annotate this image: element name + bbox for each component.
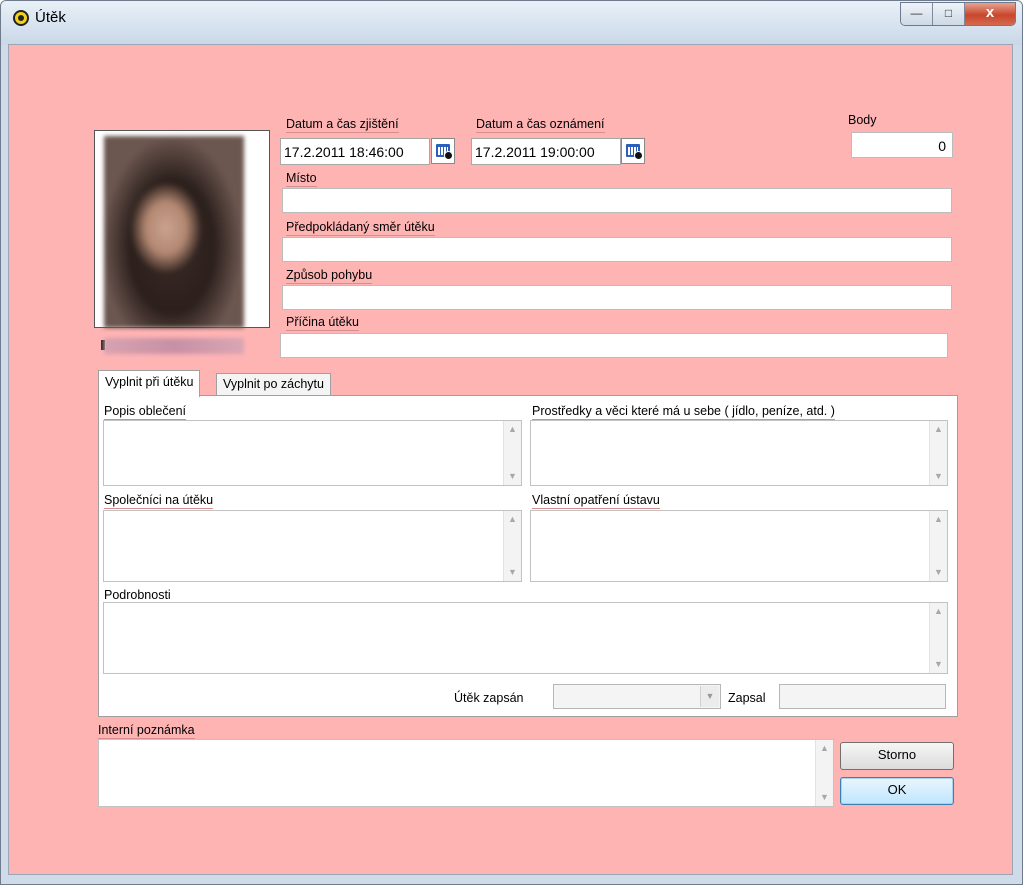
scroll-up-icon[interactable]: ▲ xyxy=(930,421,947,438)
body-field[interactable]: 0 xyxy=(851,132,953,158)
pricina-field[interactable] xyxy=(280,333,948,358)
scroll-up-icon[interactable]: ▲ xyxy=(504,421,521,438)
interni-poznamka-field[interactable]: ▲ ▼ xyxy=(98,739,834,807)
datum-oznameni-label: Datum a čas oznámení xyxy=(476,117,605,133)
scroll-down-icon[interactable]: ▼ xyxy=(930,468,947,485)
zapsal-label: Zapsal xyxy=(728,691,766,705)
storno-button[interactable]: Storno xyxy=(840,742,954,770)
datum-zjisteni-field[interactable]: 17.2.2011 18:46:00 xyxy=(280,138,430,165)
scrollbar[interactable]: ▲ ▼ xyxy=(929,421,947,485)
smer-utku-label: Předpokládaný směr útěku xyxy=(286,220,435,236)
zapsal-field xyxy=(779,684,946,709)
person-name-blurred xyxy=(104,338,244,354)
scroll-down-icon[interactable]: ▼ xyxy=(504,564,521,581)
scrollbar[interactable]: ▲ ▼ xyxy=(503,421,521,485)
prostredky-label: Prostředky a věci které má u sebe ( jídl… xyxy=(532,404,835,420)
vlastni-opatreni-label: Vlastní opatření ústavu xyxy=(532,493,660,509)
misto-label: Místo xyxy=(286,171,317,187)
scroll-up-icon[interactable]: ▲ xyxy=(816,740,833,757)
maximize-button[interactable]: □ xyxy=(933,3,965,25)
scroll-up-icon[interactable]: ▲ xyxy=(930,511,947,528)
person-photo xyxy=(104,136,244,328)
zpusob-pohybu-label: Způsob pohybu xyxy=(286,268,373,284)
scroll-down-icon[interactable]: ▼ xyxy=(816,789,833,806)
vlastni-opatreni-field[interactable]: ▲ ▼ xyxy=(530,510,948,582)
scrollbar[interactable]: ▲ ▼ xyxy=(929,603,947,673)
minimize-button[interactable]: — xyxy=(901,3,933,25)
interni-poznamka-label: Interní poznámka xyxy=(98,723,195,739)
calendar-icon xyxy=(626,144,643,160)
scrollbar[interactable]: ▲ ▼ xyxy=(815,740,833,806)
tab-vyplnit-pri-utku[interactable]: Vyplnit při útěku xyxy=(98,370,201,397)
popis-obleceni-label: Popis oblečení xyxy=(104,404,187,420)
window-controls: — □ x xyxy=(900,2,1016,26)
body-label: Body xyxy=(848,113,877,127)
popis-obleceni-field[interactable]: ▲ ▼ xyxy=(103,420,522,486)
scroll-up-icon[interactable]: ▲ xyxy=(930,603,947,620)
datum-oznameni-field[interactable]: 17.2.2011 19:00:00 xyxy=(471,138,621,165)
smer-utku-field[interactable] xyxy=(282,237,952,262)
app-icon xyxy=(13,10,29,26)
zpusob-pohybu-field[interactable] xyxy=(282,285,952,310)
ok-button[interactable]: OK xyxy=(840,777,954,805)
utek-zapsan-label: Útěk zapsán xyxy=(454,691,524,705)
utek-zapsan-combo[interactable]: ▼ xyxy=(553,684,721,709)
scrollbar[interactable]: ▲ ▼ xyxy=(929,511,947,581)
datum-zjisteni-label: Datum a čas zjištění xyxy=(286,117,399,133)
spolecnici-field[interactable]: ▲ ▼ xyxy=(103,510,522,582)
title-bar: Útěk — □ x xyxy=(1,1,1022,45)
prostredky-field[interactable]: ▲ ▼ xyxy=(530,420,948,486)
datum-oznameni-calendar-button[interactable] xyxy=(621,138,645,164)
chevron-down-icon[interactable]: ▼ xyxy=(700,686,719,707)
scroll-down-icon[interactable]: ▼ xyxy=(930,564,947,581)
scrollbar[interactable]: ▲ ▼ xyxy=(503,511,521,581)
podrobnosti-field[interactable]: ▲ ▼ xyxy=(103,602,948,674)
scroll-down-icon[interactable]: ▼ xyxy=(930,656,947,673)
tab-vyplnit-po-zachytu[interactable]: Vyplnit po záchytu xyxy=(216,373,331,395)
scroll-up-icon[interactable]: ▲ xyxy=(504,511,521,528)
scroll-down-icon[interactable]: ▼ xyxy=(504,468,521,485)
calendar-icon xyxy=(436,144,453,160)
window-title: Útěk xyxy=(35,9,66,26)
close-button[interactable]: x xyxy=(965,3,1015,25)
datum-zjisteni-calendar-button[interactable] xyxy=(431,138,455,164)
pricina-label: Příčina útěku xyxy=(286,315,359,331)
spolecnici-label: Společníci na útěku xyxy=(104,493,214,509)
misto-field[interactable] xyxy=(282,188,952,213)
